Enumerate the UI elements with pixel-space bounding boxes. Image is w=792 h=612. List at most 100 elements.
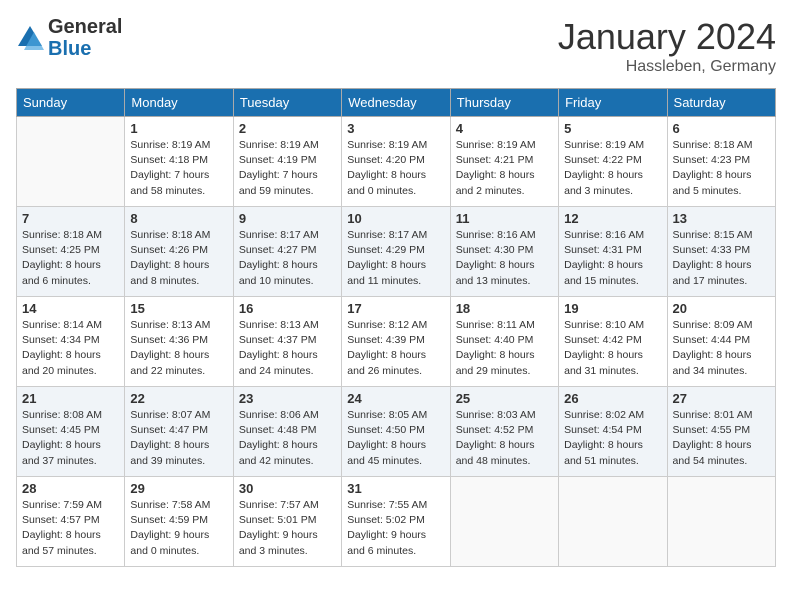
day-number: 31 — [347, 481, 444, 496]
day-number: 24 — [347, 391, 444, 406]
day-info: Sunrise: 7:57 AM Sunset: 5:01 PM Dayligh… — [239, 498, 336, 559]
calendar-day-cell: 31 Sunrise: 7:55 AM Sunset: 5:02 PM Dayli… — [342, 477, 450, 567]
calendar-day-cell: 24Sunrise: 8:05 AM Sunset: 4:50 PM Dayli… — [342, 387, 450, 477]
day-number: 20 — [673, 301, 770, 316]
day-info: Sunrise: 8:16 AM Sunset: 4:31 PM Dayligh… — [564, 228, 661, 289]
day-info: Sunrise: 8:19 AM Sunset: 4:21 PM Dayligh… — [456, 138, 553, 199]
day-number: 18 — [456, 301, 553, 316]
weekday-header: Thursday — [450, 89, 558, 117]
calendar-day-cell: 17Sunrise: 8:12 AM Sunset: 4:39 PM Dayli… — [342, 297, 450, 387]
calendar-day-cell: 23 Sunrise: 8:06 AM Sunset: 4:48 PM Dayli… — [233, 387, 341, 477]
calendar-day-cell: 25 Sunrise: 8:03 AM Sunset: 4:52 PM Dayli… — [450, 387, 558, 477]
day-number: 26 — [564, 391, 661, 406]
day-number: 11 — [456, 211, 553, 226]
day-number: 25 — [456, 391, 553, 406]
calendar-day-cell: 1 Sunrise: 8:19 AM Sunset: 4:18 PM Daylig… — [125, 117, 233, 207]
day-number: 6 — [673, 121, 770, 136]
day-info: Sunrise: 7:59 AM Sunset: 4:57 PM Dayligh… — [22, 498, 119, 559]
day-number: 7 — [22, 211, 119, 226]
calendar-day-cell: 30 Sunrise: 7:57 AM Sunset: 5:01 PM Dayli… — [233, 477, 341, 567]
day-info: Sunrise: 8:01 AM Sunset: 4:55 PM Dayligh… — [673, 408, 770, 469]
day-info: Sunrise: 8:19 AM Sunset: 4:18 PM Dayligh… — [130, 138, 227, 199]
calendar-day-cell: 12 Sunrise: 8:16 AM Sunset: 4:31 PM Dayli… — [559, 207, 667, 297]
day-number: 23 — [239, 391, 336, 406]
day-info: Sunrise: 8:18 AM Sunset: 4:25 PM Dayligh… — [22, 228, 119, 289]
day-number: 22 — [130, 391, 227, 406]
day-info: Sunrise: 8:19 AM Sunset: 4:19 PM Dayligh… — [239, 138, 336, 199]
day-number: 16 — [239, 301, 336, 316]
calendar-day-cell: 6Sunrise: 8:18 AM Sunset: 4:23 PM Daylig… — [667, 117, 775, 207]
weekday-header: Saturday — [667, 89, 775, 117]
calendar-day-cell: 10 Sunrise: 8:17 AM Sunset: 4:29 PM Dayli… — [342, 207, 450, 297]
day-info: Sunrise: 8:03 AM Sunset: 4:52 PM Dayligh… — [456, 408, 553, 469]
calendar-day-cell — [17, 117, 125, 207]
day-info: Sunrise: 8:19 AM Sunset: 4:20 PM Dayligh… — [347, 138, 444, 199]
calendar-day-cell: 19 Sunrise: 8:10 AM Sunset: 4:42 PM Dayli… — [559, 297, 667, 387]
day-info: Sunrise: 8:17 AM Sunset: 4:29 PM Dayligh… — [347, 228, 444, 289]
day-number: 8 — [130, 211, 227, 226]
calendar-day-cell: 8 Sunrise: 8:18 AM Sunset: 4:26 PM Daylig… — [125, 207, 233, 297]
logo-icon — [16, 24, 44, 52]
logo-blue-text: Blue — [48, 38, 91, 60]
day-number: 12 — [564, 211, 661, 226]
day-info: Sunrise: 8:11 AM Sunset: 4:40 PM Dayligh… — [456, 318, 553, 379]
day-info: Sunrise: 7:55 AM Sunset: 5:02 PM Dayligh… — [347, 498, 444, 559]
weekday-header: Tuesday — [233, 89, 341, 117]
location: Hassleben, Germany — [558, 58, 776, 76]
calendar-day-cell: 21 Sunrise: 8:08 AM Sunset: 4:45 PM Dayli… — [17, 387, 125, 477]
day-info: Sunrise: 8:02 AM Sunset: 4:54 PM Dayligh… — [564, 408, 661, 469]
calendar-week-row: 1 Sunrise: 8:19 AM Sunset: 4:18 PM Daylig… — [17, 117, 776, 207]
calendar-day-cell: 7 Sunrise: 8:18 AM Sunset: 4:25 PM Daylig… — [17, 207, 125, 297]
day-number: 28 — [22, 481, 119, 496]
title-block: January 2024 Hassleben, Germany — [558, 16, 776, 76]
day-number: 2 — [239, 121, 336, 136]
weekday-header: Sunday — [17, 89, 125, 117]
day-info: Sunrise: 8:18 AM Sunset: 4:26 PM Dayligh… — [130, 228, 227, 289]
weekday-header: Monday — [125, 89, 233, 117]
day-info: Sunrise: 8:16 AM Sunset: 4:30 PM Dayligh… — [456, 228, 553, 289]
day-info: Sunrise: 8:06 AM Sunset: 4:48 PM Dayligh… — [239, 408, 336, 469]
day-number: 10 — [347, 211, 444, 226]
calendar-day-cell: 14 Sunrise: 8:14 AM Sunset: 4:34 PM Dayli… — [17, 297, 125, 387]
calendar-table: SundayMondayTuesdayWednesdayThursdayFrid… — [16, 88, 776, 567]
day-number: 30 — [239, 481, 336, 496]
calendar-day-cell: 26 Sunrise: 8:02 AM Sunset: 4:54 PM Dayli… — [559, 387, 667, 477]
calendar-day-cell: 18 Sunrise: 8:11 AM Sunset: 4:40 PM Dayli… — [450, 297, 558, 387]
day-info: Sunrise: 8:09 AM Sunset: 4:44 PM Dayligh… — [673, 318, 770, 379]
month-title: January 2024 — [558, 16, 776, 58]
calendar-day-cell: 27Sunrise: 8:01 AM Sunset: 4:55 PM Dayli… — [667, 387, 775, 477]
day-number: 17 — [347, 301, 444, 316]
calendar-day-cell: 16 Sunrise: 8:13 AM Sunset: 4:37 PM Dayli… — [233, 297, 341, 387]
calendar-week-row: 28 Sunrise: 7:59 AM Sunset: 4:57 PM Dayli… — [17, 477, 776, 567]
day-number: 9 — [239, 211, 336, 226]
calendar-day-cell — [450, 477, 558, 567]
day-number: 15 — [130, 301, 227, 316]
calendar-day-cell: 20 Sunrise: 8:09 AM Sunset: 4:44 PM Dayli… — [667, 297, 775, 387]
day-info: Sunrise: 8:10 AM Sunset: 4:42 PM Dayligh… — [564, 318, 661, 379]
calendar-day-cell: 2 Sunrise: 8:19 AM Sunset: 4:19 PM Daylig… — [233, 117, 341, 207]
day-number: 14 — [22, 301, 119, 316]
calendar-day-cell — [559, 477, 667, 567]
day-info: Sunrise: 8:19 AM Sunset: 4:22 PM Dayligh… — [564, 138, 661, 199]
calendar-day-cell — [667, 477, 775, 567]
day-number: 1 — [130, 121, 227, 136]
day-info: Sunrise: 8:07 AM Sunset: 4:47 PM Dayligh… — [130, 408, 227, 469]
weekday-header: Wednesday — [342, 89, 450, 117]
calendar-day-cell: 22 Sunrise: 8:07 AM Sunset: 4:47 PM Dayli… — [125, 387, 233, 477]
day-info: Sunrise: 8:17 AM Sunset: 4:27 PM Dayligh… — [239, 228, 336, 289]
day-info: Sunrise: 8:13 AM Sunset: 4:37 PM Dayligh… — [239, 318, 336, 379]
day-number: 3 — [347, 121, 444, 136]
day-info: Sunrise: 8:14 AM Sunset: 4:34 PM Dayligh… — [22, 318, 119, 379]
day-number: 21 — [22, 391, 119, 406]
calendar-day-cell: 3 Sunrise: 8:19 AM Sunset: 4:20 PM Daylig… — [342, 117, 450, 207]
calendar-day-cell: 5Sunrise: 8:19 AM Sunset: 4:22 PM Daylig… — [559, 117, 667, 207]
calendar-day-cell: 15Sunrise: 8:13 AM Sunset: 4:36 PM Dayli… — [125, 297, 233, 387]
logo-general-text: General — [48, 16, 122, 38]
day-number: 13 — [673, 211, 770, 226]
calendar-week-row: 21 Sunrise: 8:08 AM Sunset: 4:45 PM Dayli… — [17, 387, 776, 477]
weekday-header: Friday — [559, 89, 667, 117]
day-info: Sunrise: 8:08 AM Sunset: 4:45 PM Dayligh… — [22, 408, 119, 469]
day-number: 19 — [564, 301, 661, 316]
calendar-day-cell: 9 Sunrise: 8:17 AM Sunset: 4:27 PM Daylig… — [233, 207, 341, 297]
calendar-day-cell: 29Sunrise: 7:58 AM Sunset: 4:59 PM Dayli… — [125, 477, 233, 567]
